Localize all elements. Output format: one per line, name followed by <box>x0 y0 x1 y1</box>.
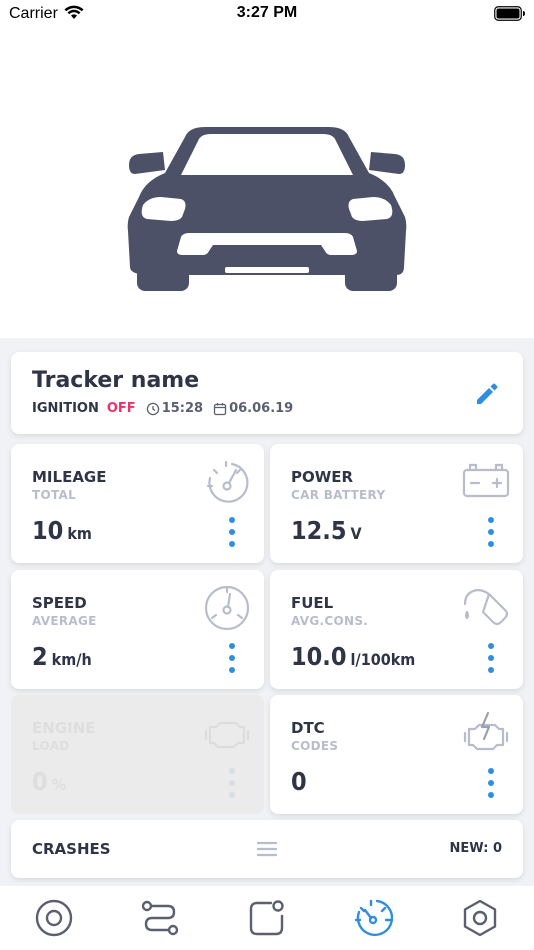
tile-subtitle: AVERAGE <box>32 614 97 628</box>
clock-icon <box>146 402 159 415</box>
tile-subtitle: CODES <box>291 739 339 753</box>
tile-title: MILEAGE <box>32 468 107 486</box>
crashes-new-count: NEW: 0 <box>449 841 502 856</box>
tile-value: 0% <box>32 767 66 796</box>
date-value: 06.06.19 <box>229 401 294 416</box>
tile-title: POWER <box>291 468 354 486</box>
menu-icon <box>256 840 278 858</box>
more-options-icon[interactable] <box>487 516 495 548</box>
last-update-date: 06.06.19 <box>213 401 293 416</box>
value-number: 12.5 <box>291 516 347 545</box>
dashboard-icon <box>354 899 394 937</box>
value-unit: l/100km <box>350 650 416 669</box>
car-icon <box>127 125 407 295</box>
tile-title: ENGINE <box>32 719 96 737</box>
target-icon <box>35 899 73 937</box>
tile-value: 10 km <box>32 516 92 545</box>
tile-mileage[interactable]: MILEAGE TOTAL 10 km <box>11 444 264 563</box>
value-number: 0 <box>32 767 48 796</box>
calendar-icon <box>213 402 227 415</box>
tracker-card: Tracker name IGNITION OFF 15:28 06.06.19 <box>11 352 523 434</box>
tile-value: 2 km/h <box>32 642 92 671</box>
value-unit: V <box>350 524 362 543</box>
tile-dtc[interactable]: DTC CODES 0 <box>270 695 523 814</box>
edit-tracker-button[interactable] <box>473 380 501 408</box>
tile-speed[interactable]: SPEED AVERAGE 2 km/h <box>11 570 264 689</box>
crashes-title: CRASHES <box>32 840 111 858</box>
value-number: 2 <box>32 642 48 671</box>
status-bar: Carrier 3:27 PM <box>0 0 534 30</box>
tile-engine: ENGINE LOAD 0% <box>11 695 264 814</box>
odometer-icon <box>202 456 252 506</box>
tile-title: FUEL <box>291 594 334 612</box>
tab-target[interactable] <box>34 898 74 938</box>
crashes-card[interactable]: CRASHES NEW: 0 <box>11 820 523 878</box>
value-unit: % <box>51 775 67 794</box>
value-number: 10 <box>32 516 64 545</box>
tile-fuel[interactable]: FUEL AVG.CONS. 10.0 l/100km <box>270 570 523 689</box>
tab-notifications[interactable] <box>247 898 287 938</box>
more-options-icon[interactable] <box>487 767 495 799</box>
fuel-nozzle-icon <box>461 582 511 632</box>
tile-subtitle: TOTAL <box>32 488 77 502</box>
last-update-time: 15:28 <box>146 401 203 416</box>
settings-icon <box>463 899 497 937</box>
value-unit: km/h <box>51 650 92 669</box>
tile-value: 12.5 V <box>291 516 362 545</box>
tab-dashboard[interactable] <box>353 898 394 938</box>
notification-icon <box>249 900 284 936</box>
tile-title: SPEED <box>32 594 87 612</box>
engine-icon <box>202 707 252 757</box>
value-number: 0 <box>291 767 307 796</box>
tile-subtitle: LOAD <box>32 739 70 753</box>
battery-icon <box>461 456 511 506</box>
tab-bar <box>0 886 534 950</box>
more-options-icon <box>228 767 236 799</box>
battery-status-icon <box>494 6 526 26</box>
more-options-icon[interactable] <box>487 642 495 674</box>
more-options-icon[interactable] <box>228 642 236 674</box>
value-unit: km <box>67 524 92 543</box>
tile-value: 0 <box>291 767 311 796</box>
route-icon <box>141 900 179 936</box>
engine-warning-icon <box>461 707 511 757</box>
ignition-state: OFF <box>106 401 136 416</box>
tile-value: 10.0 l/100km <box>291 642 415 671</box>
tile-power[interactable]: POWER CAR BATTERY 12.5 V <box>270 444 523 563</box>
tab-route[interactable] <box>140 898 180 938</box>
ignition-label: IGNITION <box>32 401 99 416</box>
more-options-icon[interactable] <box>228 516 236 548</box>
speedometer-icon <box>202 582 252 632</box>
clock: 3:27 PM <box>236 4 298 21</box>
time-value: 15:28 <box>161 401 204 416</box>
tile-subtitle: AVG.CONS. <box>291 614 369 628</box>
pencil-icon <box>477 383 498 404</box>
tile-subtitle: CAR BATTERY <box>291 488 386 502</box>
tracker-name: Tracker name <box>32 368 200 393</box>
tab-settings[interactable] <box>460 898 500 938</box>
tile-title: DTC <box>291 719 325 737</box>
tracker-status-line: IGNITION OFF 15:28 06.06.19 <box>32 401 293 416</box>
value-number: 10.0 <box>291 642 347 671</box>
